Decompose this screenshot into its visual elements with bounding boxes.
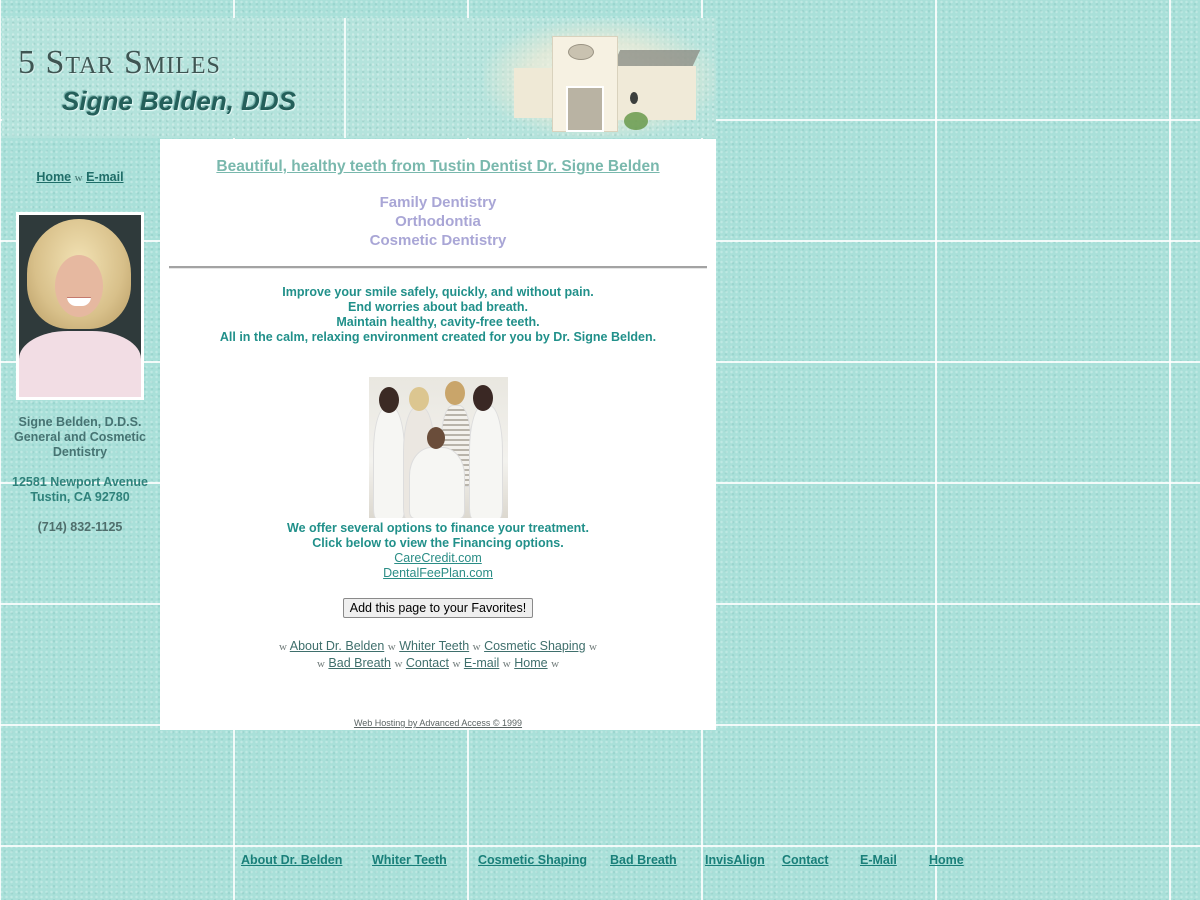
separator-glyph: w (589, 641, 597, 653)
benefit-item: Improve your smile safely, quickly, and … (282, 285, 594, 299)
logo-title: 5 Star Smiles (18, 44, 221, 81)
team-member-head (408, 387, 429, 411)
footer-link-whiter-teeth[interactable]: Whiter Teeth (372, 853, 447, 867)
separator-glyph: w (452, 658, 461, 670)
team-member-head (472, 385, 493, 411)
team-member (468, 405, 503, 518)
content-nav-row-2: w Bad Breath w Contact w E-mail w Home w (160, 655, 716, 672)
benefit-item: End worries about bad breath. (348, 300, 528, 314)
horizontal-divider (169, 266, 707, 269)
nav-link-about[interactable]: About Dr. Belden (290, 639, 385, 653)
add-favorites-button[interactable]: Add this page to your Favorites! (342, 598, 534, 618)
team-member-head (444, 381, 465, 405)
finance-text: We offer several options to finance your… (160, 521, 716, 551)
finance-line-2: Click below to view the Financing option… (312, 536, 564, 550)
building-bush (624, 112, 648, 130)
content-nav-row-1: w About Dr. Belden w Whiter Teeth w Cosm… (160, 638, 716, 655)
benefit-item: All in the calm, relaxing environment cr… (219, 330, 657, 344)
footer-link-about[interactable]: About Dr. Belden (241, 853, 342, 867)
separator-glyph: w (279, 641, 287, 653)
footer-link-home[interactable]: Home (929, 853, 964, 867)
team-member-head (426, 427, 445, 449)
doctor-specialty-2: Dentistry (52, 445, 108, 459)
building-wing-right (616, 66, 696, 120)
address-line-2: Tustin, CA 92780 (30, 490, 130, 504)
sidebar-link-home[interactable]: Home (36, 170, 71, 184)
main-content: Beautiful, healthy teeth from Tustin Den… (160, 139, 716, 730)
service-item: Cosmetic Dentistry (369, 232, 507, 249)
nav-link-contact[interactable]: Contact (406, 656, 449, 670)
separator-glyph: w (394, 658, 403, 670)
footer-link-contact[interactable]: Contact (782, 853, 829, 867)
footer-link-bad-breath[interactable]: Bad Breath (610, 853, 677, 867)
separator-glyph: w (472, 641, 481, 653)
hosting-link[interactable]: Web Hosting by Advanced Access © 1999 (354, 718, 522, 728)
benefit-item: Maintain healthy, cavity-free teeth. (336, 315, 540, 329)
footer-nav: About Dr. Belden Whiter Teeth Cosmetic S… (0, 853, 1200, 871)
nav-link-bad-breath[interactable]: Bad Breath (328, 656, 391, 670)
footer-link-email[interactable]: E-Mail (860, 853, 897, 867)
footer-link-cosmetic-shaping[interactable]: Cosmetic Shaping (478, 853, 587, 867)
sidebar-link-email[interactable]: E-mail (86, 170, 124, 184)
site-header: 5 Star Smiles Signe Belden, DDS (0, 18, 716, 138)
team-member-seated (408, 447, 465, 518)
separator-glyph: w (74, 172, 83, 184)
building-window (630, 92, 638, 104)
team-member-head (378, 387, 399, 413)
nav-link-whiter-teeth[interactable]: Whiter Teeth (399, 639, 469, 653)
doctor-info: Signe Belden, D.D.S. General and Cosmeti… (0, 415, 160, 535)
finance-line-1: We offer several options to finance your… (287, 521, 589, 535)
header-divider (344, 18, 346, 138)
building-oval-window (568, 44, 594, 60)
doctor-specialty-1: General and Cosmetic (14, 430, 146, 444)
building-door (566, 86, 604, 132)
service-item: Orthodontia (395, 213, 481, 230)
page-title-link[interactable]: Beautiful, healthy teeth from Tustin Den… (216, 158, 659, 175)
nav-link-cosmetic-shaping[interactable]: Cosmetic Shaping (484, 639, 585, 653)
hosting-credit: Web Hosting by Advanced Access © 1999 (160, 718, 716, 728)
benefits-list: Improve your smile safely, quickly, and … (160, 285, 716, 345)
service-item: Family Dentistry (379, 194, 497, 211)
doctor-name: Signe Belden, D.D.S. (18, 415, 142, 429)
services-list: Family Dentistry Orthodontia Cosmetic De… (160, 193, 716, 250)
sidebar-links: Home w E-mail (0, 170, 160, 184)
address-line-1: 12581 Newport Avenue (12, 475, 148, 489)
logo-subtitle: Signe Belden, DDS (62, 86, 297, 116)
nav-link-home[interactable]: Home (514, 656, 547, 670)
footer-link-invisalign[interactable]: InvisAlign (705, 853, 765, 867)
separator-glyph: w (387, 641, 396, 653)
phone-number: (714) 832-1125 (37, 520, 123, 534)
dentalfeeplan-link[interactable]: DentalFeePlan.com (160, 566, 716, 581)
separator-glyph: w (551, 658, 560, 670)
nav-link-email[interactable]: E-mail (464, 656, 499, 670)
finance-links: CareCredit.com DentalFeePlan.com (160, 551, 716, 581)
separator-glyph: w (502, 658, 511, 670)
building-image (484, 20, 716, 138)
content-nav-links: w About Dr. Belden w Whiter Teeth w Cosm… (160, 638, 716, 672)
team-member (372, 407, 405, 518)
page-title: Beautiful, healthy teeth from Tustin Den… (160, 158, 716, 176)
separator-glyph: w (316, 658, 325, 670)
doctor-portrait (16, 212, 144, 400)
portrait-face (55, 255, 103, 317)
carecredit-link[interactable]: CareCredit.com (160, 551, 716, 566)
portrait-shirt (19, 331, 141, 397)
team-photo (368, 377, 508, 518)
sidebar: Home w E-mail Signe Belden, D.D.S. Gener… (0, 170, 160, 534)
